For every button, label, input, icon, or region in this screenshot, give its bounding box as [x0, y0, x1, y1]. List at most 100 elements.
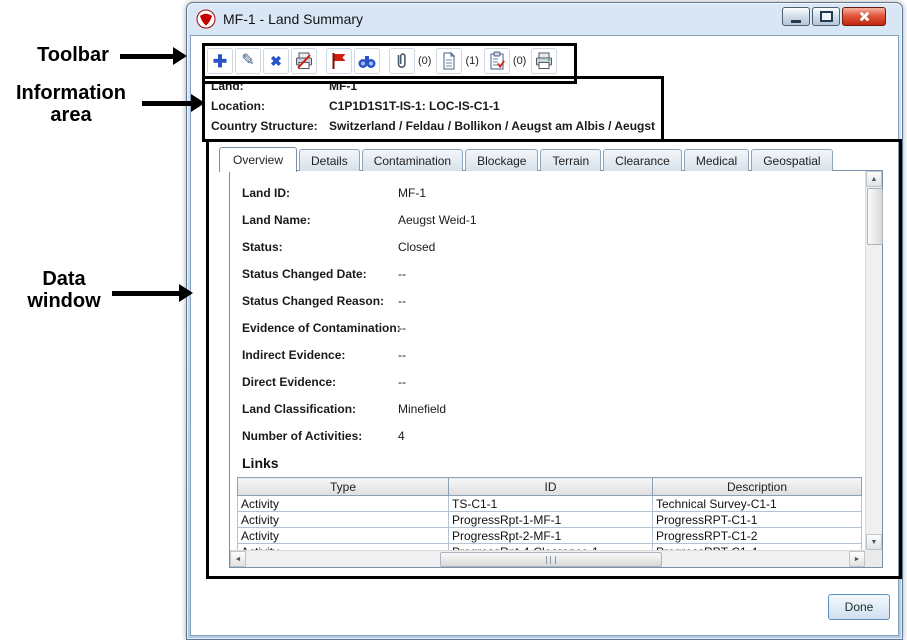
scroll-right-icon: ► — [854, 556, 861, 563]
table-row[interactable]: Activity ProgressRpt-1-MF-1 ProgressRPT-… — [238, 512, 862, 528]
cell-id: ProgressRpt-1-MF-1 — [449, 512, 653, 528]
scroll-down-button[interactable]: ▼ — [866, 534, 882, 550]
overview-tab-content: Land ID:MF-1 Land Name:Aeugst Weid-1 Sta… — [230, 171, 865, 550]
field-value: -- — [398, 294, 406, 308]
field-row: Status Changed Date:-- — [242, 260, 865, 287]
cell-description: ProgressRPT-C1-2 — [653, 528, 862, 544]
tab-medical[interactable]: Medical — [684, 149, 749, 171]
info-value: Switzerland / Feldau / Bollikon / Aeugst… — [329, 119, 655, 133]
column-header-type[interactable]: Type — [238, 478, 449, 496]
checklist-button[interactable] — [484, 48, 510, 74]
edit-icon: ✎ — [241, 53, 254, 69]
tab-blockage[interactable]: Blockage — [465, 149, 538, 171]
maximize-button[interactable] — [812, 7, 840, 26]
toolbar-annotation-label: Toolbar — [26, 44, 120, 66]
close-button[interactable] — [842, 7, 886, 26]
cell-id: TS-C1-1 — [449, 496, 653, 512]
attachments-button[interactable] — [389, 48, 415, 74]
links-table: Type ID Description Activity TS-C1-1 Tec… — [237, 477, 862, 550]
minimize-button[interactable] — [782, 7, 810, 26]
field-row: Status:Closed — [242, 233, 865, 260]
scroll-up-icon: ▲ — [871, 176, 878, 183]
horizontal-scroll-thumb[interactable] — [440, 552, 662, 567]
tab-terrain[interactable]: Terrain — [540, 149, 601, 171]
flag-button[interactable] — [326, 48, 352, 74]
info-row-location: Location: C1P1D1S1T-IS-1: LOC-IS-C1-1 — [211, 99, 651, 113]
column-header-description[interactable]: Description — [653, 478, 862, 496]
info-value: C1P1D1S1T-IS-1: LOC-IS-C1-1 — [329, 99, 500, 113]
info-label: Country Structure: — [211, 119, 329, 133]
field-label: Land Name: — [242, 213, 398, 227]
field-row: Direct Evidence:-- — [242, 368, 865, 395]
cell-id: ProgressRpt-2-MF-1 — [449, 528, 653, 544]
links-heading: Links — [242, 455, 865, 471]
field-label: Evidence of Contamination: — [242, 321, 398, 335]
tab-overview[interactable]: Overview — [219, 147, 297, 172]
field-row: Land ID:MF-1 — [242, 179, 865, 206]
field-label: Land Classification: — [242, 402, 398, 416]
scroll-grip-icon — [546, 556, 556, 564]
field-label: Indirect Evidence: — [242, 348, 398, 362]
tab-geospatial[interactable]: Geospatial — [751, 149, 832, 171]
scroll-left-button[interactable]: ◄ — [230, 551, 246, 567]
information-area-annotation-arrow — [142, 101, 192, 106]
table-row[interactable]: Activity ProgressRpt-2-MF-1 ProgressRPT-… — [238, 528, 862, 544]
field-value: -- — [398, 348, 406, 362]
print-button[interactable] — [531, 48, 557, 74]
checklist-icon — [487, 51, 507, 71]
field-value: 4 — [398, 429, 405, 443]
close-icon — [858, 10, 871, 23]
horizontal-scrollbar[interactable]: ◄ ► — [230, 550, 865, 567]
print-summary-button[interactable] — [291, 48, 317, 74]
field-value: Aeugst Weid-1 — [398, 213, 477, 227]
data-window-panel: Land ID:MF-1 Land Name:Aeugst Weid-1 Sta… — [229, 170, 883, 568]
data-window-annotation-label: Data window — [12, 268, 116, 312]
delete-button[interactable]: ✖ — [263, 48, 289, 74]
field-row: Land Name:Aeugst Weid-1 — [242, 206, 865, 233]
field-row: Number of Activities:4 — [242, 422, 865, 449]
documents-button[interactable] — [436, 48, 462, 74]
field-value: -- — [398, 375, 406, 389]
cell-type: Activity — [238, 512, 449, 528]
field-value: Minefield — [398, 402, 446, 416]
checklist-count: (0) — [513, 55, 526, 67]
minimize-icon — [791, 20, 801, 23]
binoculars-icon — [357, 51, 377, 71]
toolbar-annotation-arrow — [120, 54, 174, 59]
tab-details[interactable]: Details — [299, 149, 360, 171]
info-label: Land: — [211, 79, 329, 93]
documents-count: (1) — [465, 55, 478, 67]
column-header-id[interactable]: ID — [449, 478, 653, 496]
land-summary-window: MF-1 - Land Summary ✚ ✎ ✖ — [186, 2, 903, 640]
table-row[interactable]: Activity TS-C1-1 Technical Survey-C1-1 — [238, 496, 862, 512]
vertical-scrollbar[interactable]: ▲ ▼ — [865, 171, 882, 550]
done-button[interactable]: Done — [828, 594, 890, 620]
info-row-land: Land: MF-1 — [211, 79, 651, 93]
field-label: Land ID: — [242, 186, 398, 200]
edit-button[interactable]: ✎ — [235, 48, 261, 74]
search-button[interactable] — [354, 48, 380, 74]
add-icon: ✚ — [213, 53, 227, 70]
field-row: Status Changed Reason:-- — [242, 287, 865, 314]
window-title: MF-1 - Land Summary — [223, 11, 363, 27]
flag-icon — [329, 51, 349, 71]
maximize-icon — [820, 11, 833, 22]
cell-description: Technical Survey-C1-1 — [653, 496, 862, 512]
vertical-scroll-thumb[interactable] — [867, 188, 883, 245]
tab-contamination[interactable]: Contamination — [362, 149, 463, 171]
scroll-up-button[interactable]: ▲ — [866, 171, 882, 187]
field-list: Land ID:MF-1 Land Name:Aeugst Weid-1 Sta… — [230, 171, 865, 449]
paperclip-icon — [392, 51, 412, 71]
printer-alert-icon — [294, 51, 314, 71]
info-row-country-structure: Country Structure: Switzerland / Feldau … — [211, 119, 651, 133]
info-value: MF-1 — [329, 79, 357, 93]
field-label: Direct Evidence: — [242, 375, 398, 389]
tab-clearance[interactable]: Clearance — [603, 149, 682, 171]
scroll-right-button[interactable]: ► — [849, 551, 865, 567]
data-window-annotation-arrow — [112, 291, 180, 296]
scroll-down-icon: ▼ — [871, 539, 878, 546]
delete-icon: ✖ — [270, 54, 282, 68]
add-button[interactable]: ✚ — [207, 48, 233, 74]
field-value: -- — [398, 267, 406, 281]
cell-type: Activity — [238, 496, 449, 512]
